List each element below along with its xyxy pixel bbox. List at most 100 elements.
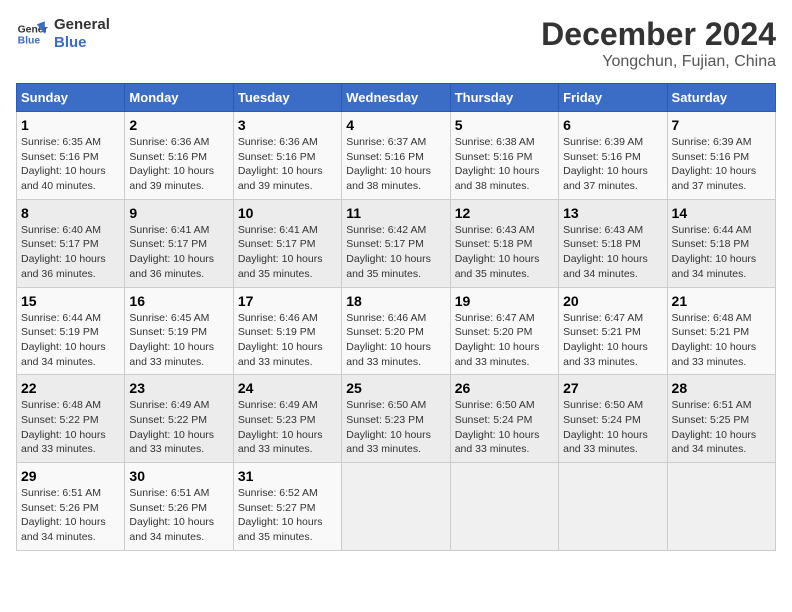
calendar-cell: 1Sunrise: 6:35 AMSunset: 5:16 PMDaylight… bbox=[17, 112, 125, 200]
calendar-cell bbox=[450, 463, 558, 551]
sunset-text: Sunset: 5:26 PM bbox=[21, 502, 99, 514]
day-number: 2 bbox=[129, 117, 228, 133]
sunset-text: Sunset: 5:19 PM bbox=[21, 326, 99, 338]
daylight-text: Daylight: 10 hours and 33 minutes. bbox=[129, 341, 214, 368]
day-info: Sunrise: 6:50 AMSunset: 5:23 PMDaylight:… bbox=[346, 398, 445, 457]
daylight-text: Daylight: 10 hours and 33 minutes. bbox=[21, 429, 106, 456]
day-info: Sunrise: 6:49 AMSunset: 5:22 PMDaylight:… bbox=[129, 398, 228, 457]
sunset-text: Sunset: 5:18 PM bbox=[672, 238, 750, 250]
sunrise-text: Sunrise: 6:51 AM bbox=[129, 487, 209, 499]
calendar-cell: 30Sunrise: 6:51 AMSunset: 5:26 PMDayligh… bbox=[125, 463, 233, 551]
header-monday: Monday bbox=[125, 84, 233, 112]
svg-text:Blue: Blue bbox=[18, 36, 41, 47]
sunset-text: Sunset: 5:17 PM bbox=[21, 238, 99, 250]
day-info: Sunrise: 6:43 AMSunset: 5:18 PMDaylight:… bbox=[563, 223, 662, 282]
day-info: Sunrise: 6:36 AMSunset: 5:16 PMDaylight:… bbox=[129, 135, 228, 194]
header-thursday: Thursday bbox=[450, 84, 558, 112]
sunset-text: Sunset: 5:23 PM bbox=[346, 414, 424, 426]
day-number: 22 bbox=[21, 380, 120, 396]
calendar-cell: 22 Sunrise: 6:48 AM Sunset: 5:22 PM Dayligh… bbox=[17, 375, 125, 463]
sunrise-text: Sunrise: 6:48 AM bbox=[21, 399, 101, 411]
calendar-cell: 23 Sunrise: 6:49 AMSunset: 5:22 PMDayligh… bbox=[125, 375, 233, 463]
calendar-cell: 6Sunrise: 6:39 AMSunset: 5:16 PMDaylight… bbox=[559, 112, 667, 200]
calendar-cell: 26Sunrise: 6:50 AMSunset: 5:24 PMDayligh… bbox=[450, 375, 558, 463]
sunrise-text: Sunrise: 6:46 AM bbox=[346, 312, 426, 324]
day-number: 24 bbox=[238, 380, 337, 396]
day-number: 17 bbox=[238, 293, 337, 309]
sunset-text: Sunset: 5:18 PM bbox=[563, 238, 641, 250]
sunset-text: Sunset: 5:16 PM bbox=[672, 151, 750, 163]
sunset-text: Sunset: 5:24 PM bbox=[563, 414, 641, 426]
sunset-text: Sunset: 5:23 PM bbox=[238, 414, 316, 426]
sunset-text: Sunset: 5:22 PM bbox=[21, 414, 99, 426]
calendar-cell: 5Sunrise: 6:38 AMSunset: 5:16 PMDaylight… bbox=[450, 112, 558, 200]
sunset-text: Sunset: 5:21 PM bbox=[563, 326, 641, 338]
sunrise-text: Sunrise: 6:47 AM bbox=[455, 312, 535, 324]
day-info: Sunrise: 6:44 AMSunset: 5:18 PMDaylight:… bbox=[672, 223, 771, 282]
sunset-text: Sunset: 5:22 PM bbox=[129, 414, 207, 426]
sunset-text: Sunset: 5:16 PM bbox=[346, 151, 424, 163]
day-info: Sunrise: 6:42 AMSunset: 5:17 PMDaylight:… bbox=[346, 223, 445, 282]
sunrise-text: Sunrise: 6:50 AM bbox=[455, 399, 535, 411]
day-number: 27 bbox=[563, 380, 662, 396]
day-info: Sunrise: 6:39 AMSunset: 5:16 PMDaylight:… bbox=[563, 135, 662, 194]
daylight-text: Daylight: 10 hours and 34 minutes. bbox=[672, 429, 757, 456]
daylight-text: Daylight: 10 hours and 35 minutes. bbox=[455, 253, 540, 280]
daylight-text: Daylight: 10 hours and 33 minutes. bbox=[238, 429, 323, 456]
sunset-text: Sunset: 5:21 PM bbox=[672, 326, 750, 338]
sunset-text: Sunset: 5:16 PM bbox=[21, 151, 99, 163]
day-number: 8 bbox=[21, 205, 120, 221]
day-info: Sunrise: 6:35 AMSunset: 5:16 PMDaylight:… bbox=[21, 135, 120, 194]
calendar-cell: 16Sunrise: 6:45 AMSunset: 5:19 PMDayligh… bbox=[125, 287, 233, 375]
day-number: 11 bbox=[346, 205, 445, 221]
day-number: 29 bbox=[21, 468, 120, 484]
calendar-cell: 27Sunrise: 6:50 AMSunset: 5:24 PMDayligh… bbox=[559, 375, 667, 463]
sunrise-text: Sunrise: 6:51 AM bbox=[672, 399, 752, 411]
daylight-text: Daylight: 10 hours and 34 minutes. bbox=[21, 516, 106, 543]
day-number: 18 bbox=[346, 293, 445, 309]
sunrise-text: Sunrise: 6:37 AM bbox=[346, 136, 426, 148]
calendar-cell: 13Sunrise: 6:43 AMSunset: 5:18 PMDayligh… bbox=[559, 199, 667, 287]
daylight-text: Daylight: 10 hours and 36 minutes. bbox=[21, 253, 106, 280]
day-number: 23 bbox=[129, 380, 228, 396]
sunrise-text: Sunrise: 6:43 AM bbox=[455, 224, 535, 236]
calendar-cell bbox=[559, 463, 667, 551]
daylight-text: Daylight: 10 hours and 39 minutes. bbox=[129, 165, 214, 192]
sunrise-text: Sunrise: 6:50 AM bbox=[346, 399, 426, 411]
sunset-text: Sunset: 5:16 PM bbox=[563, 151, 641, 163]
sunrise-text: Sunrise: 6:41 AM bbox=[129, 224, 209, 236]
day-number: 26 bbox=[455, 380, 554, 396]
sunset-text: Sunset: 5:20 PM bbox=[455, 326, 533, 338]
logo-line1: General bbox=[54, 16, 110, 34]
sunrise-text: Sunrise: 6:51 AM bbox=[21, 487, 101, 499]
day-info: Sunrise: 6:40 AMSunset: 5:17 PMDaylight:… bbox=[21, 223, 120, 282]
calendar-cell: 17Sunrise: 6:46 AMSunset: 5:19 PMDayligh… bbox=[233, 287, 341, 375]
daylight-text: Daylight: 10 hours and 38 minutes. bbox=[455, 165, 540, 192]
day-info: Sunrise: 6:41 AMSunset: 5:17 PMDaylight:… bbox=[129, 223, 228, 282]
logo-line2: Blue bbox=[54, 34, 110, 52]
sunset-text: Sunset: 5:19 PM bbox=[129, 326, 207, 338]
sunset-text: Sunset: 5:25 PM bbox=[672, 414, 750, 426]
sunset-text: Sunset: 5:16 PM bbox=[455, 151, 533, 163]
sunrise-text: Sunrise: 6:48 AM bbox=[672, 312, 752, 324]
calendar-week-3: 15Sunrise: 6:44 AMSunset: 5:19 PMDayligh… bbox=[17, 287, 776, 375]
day-info: Sunrise: 6:51 AMSunset: 5:26 PMDaylight:… bbox=[129, 486, 228, 545]
calendar-cell: 21Sunrise: 6:48 AMSunset: 5:21 PMDayligh… bbox=[667, 287, 775, 375]
day-number: 19 bbox=[455, 293, 554, 309]
calendar-week-5: 29Sunrise: 6:51 AMSunset: 5:26 PMDayligh… bbox=[17, 463, 776, 551]
sunrise-text: Sunrise: 6:45 AM bbox=[129, 312, 209, 324]
calendar-cell: 14Sunrise: 6:44 AMSunset: 5:18 PMDayligh… bbox=[667, 199, 775, 287]
calendar-cell: 10Sunrise: 6:41 AMSunset: 5:17 PMDayligh… bbox=[233, 199, 341, 287]
sunrise-text: Sunrise: 6:44 AM bbox=[672, 224, 752, 236]
logo-icon: General Blue bbox=[16, 18, 48, 50]
sunrise-text: Sunrise: 6:44 AM bbox=[21, 312, 101, 324]
calendar-cell: 24 Sunrise: 6:49 AMSunset: 5:23 PMDayligh… bbox=[233, 375, 341, 463]
sunrise-text: Sunrise: 6:52 AM bbox=[238, 487, 318, 499]
sunrise-text: Sunrise: 6:36 AM bbox=[129, 136, 209, 148]
daylight-text: Daylight: 10 hours and 35 minutes. bbox=[346, 253, 431, 280]
day-info: Sunrise: 6:49 AMSunset: 5:23 PMDaylight:… bbox=[238, 398, 337, 457]
daylight-text: Daylight: 10 hours and 35 minutes. bbox=[238, 516, 323, 543]
calendar-cell: 20Sunrise: 6:47 AMSunset: 5:21 PMDayligh… bbox=[559, 287, 667, 375]
daylight-text: Daylight: 10 hours and 38 minutes. bbox=[346, 165, 431, 192]
logo: General Blue General Blue bbox=[16, 16, 110, 52]
